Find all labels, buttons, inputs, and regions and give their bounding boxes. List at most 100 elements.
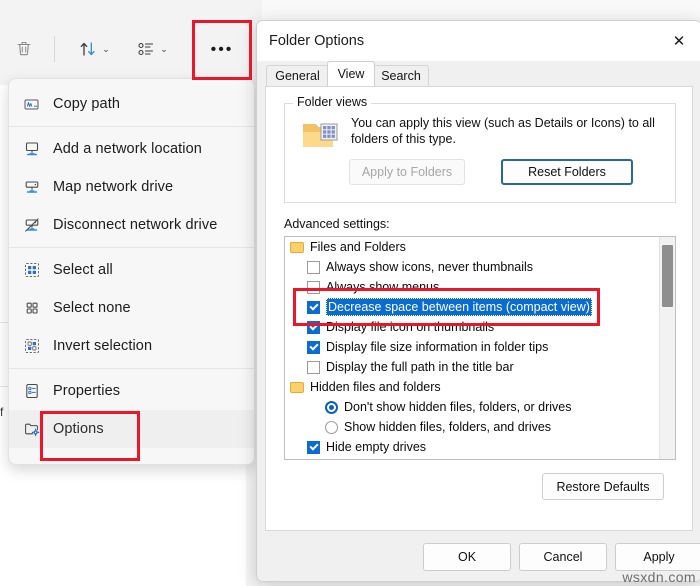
map-network-drive-icon (23, 178, 53, 196)
menu-item-label: Select all (53, 262, 113, 278)
ok-button[interactable]: OK (423, 543, 511, 571)
close-icon[interactable]: ✕ (657, 21, 700, 61)
view-layout-button[interactable]: ⌄ (128, 33, 176, 65)
advanced-setting-row[interactable]: Always show menus (285, 277, 659, 297)
toolbar-divider (54, 36, 55, 62)
disconnect-network-drive-icon (23, 216, 53, 234)
advanced-setting-label: Decrease space between items (compact vi… (326, 298, 592, 316)
advanced-setting-row[interactable]: Display the full path in the title bar (285, 357, 659, 377)
advanced-setting-label: Display file icon on thumbnails (326, 320, 495, 334)
scrollbar-thumb[interactable] (662, 245, 673, 307)
dialog-tab-strip: General View Search (257, 61, 700, 86)
advanced-setting-row[interactable]: Decrease space between items (compact vi… (285, 297, 659, 317)
watermark: wsxdn.com (622, 569, 696, 585)
menu-separator (9, 247, 254, 248)
options-icon (23, 420, 53, 438)
advanced-setting-row[interactable]: Always show icons, never thumbnails (285, 257, 659, 277)
dialog-title-bar: Folder Options ✕ (257, 21, 700, 61)
menu-item-properties[interactable]: Properties (9, 372, 254, 410)
menu-item-label: Select none (53, 300, 131, 316)
checkbox[interactable] (307, 360, 320, 374)
advanced-setting-row[interactable]: Hide extensions for known file types (285, 457, 659, 460)
checkbox[interactable] (307, 340, 320, 354)
advanced-setting-row[interactable]: Hide empty drives (285, 437, 659, 457)
advanced-setting-row[interactable]: Hidden files and folders (285, 377, 659, 397)
advanced-settings-list[interactable]: Files and Folders Always show icons, neve… (284, 236, 676, 460)
menu-item-invert-selection[interactable]: Invert selection (9, 327, 254, 365)
menu-separator (9, 126, 254, 127)
advanced-setting-label: Hide empty drives (326, 440, 427, 454)
tab-view[interactable]: View (327, 61, 375, 86)
apply-button[interactable]: Apply (615, 543, 700, 571)
advanced-setting-row[interactable]: Don't show hidden files, folders, or dri… (285, 397, 659, 417)
checkbox[interactable] (307, 320, 320, 334)
menu-item-select-none[interactable]: Select none (9, 289, 254, 327)
cancel-button[interactable]: Cancel (519, 543, 607, 571)
select-all-icon (23, 261, 53, 279)
advanced-setting-row[interactable]: Display file size information in folder … (285, 337, 659, 357)
select-none-icon (23, 299, 53, 317)
view-chevron-down-icon: ⌄ (160, 43, 168, 54)
delete-button[interactable] (8, 33, 40, 65)
see-more-button[interactable]: ••• (196, 24, 248, 76)
folder-group-icon (290, 241, 304, 253)
menu-item-label: Invert selection (53, 338, 153, 354)
trash-icon (17, 41, 31, 56)
restore-defaults-button[interactable]: Restore Defaults (542, 473, 664, 500)
apply-to-folders-button[interactable]: Apply to Folders (349, 159, 465, 185)
screenshot-root: D P f ⌄ ⌄ ••• (0, 0, 700, 586)
advanced-setting-label: Display file size information in folder … (326, 340, 549, 354)
advanced-setting-label: Hide extensions for known file types (326, 459, 525, 460)
advanced-setting-row[interactable]: Files and Folders (285, 237, 659, 257)
folder-views-group: Folder views You can apply this view (su… (284, 95, 676, 203)
menu-item-disconnect-network-drive[interactable]: Disconnect network drive (9, 206, 254, 244)
menu-item-label: Disconnect network drive (53, 217, 218, 233)
radio-button[interactable] (325, 420, 338, 434)
dialog-title: Folder Options (269, 33, 365, 49)
advanced-setting-label: Show hidden files, folders, and drives (344, 420, 552, 434)
tab-search[interactable]: Search (373, 65, 429, 86)
advanced-setting-row[interactable]: Show hidden files, folders, and drives (285, 417, 659, 437)
ellipsis-icon: ••• (210, 41, 234, 58)
properties-icon (23, 382, 53, 400)
advanced-settings-label: Advanced settings: (284, 217, 390, 231)
see-more-context-menu: Copy path Add a network location Map net… (8, 78, 255, 465)
folder-group-icon (290, 381, 304, 393)
folder-views-legend: Folder views (293, 95, 372, 109)
view-layout-icon (138, 42, 154, 56)
sort-chevron-down-icon: ⌄ (102, 43, 110, 54)
menu-item-add-network-location[interactable]: Add a network location (9, 130, 254, 168)
checkbox[interactable] (307, 440, 320, 454)
menu-item-label: Add a network location (53, 141, 202, 157)
menu-item-map-network-drive[interactable]: Map network drive (9, 168, 254, 206)
checkbox[interactable] (307, 280, 320, 294)
advanced-setting-label: Always show icons, never thumbnails (326, 260, 534, 274)
checkbox[interactable] (307, 260, 320, 274)
invert-selection-icon (23, 337, 53, 355)
advanced-setting-label: Hidden files and folders (310, 380, 441, 394)
tab-general[interactable]: General (266, 65, 329, 86)
menu-item-label: Map network drive (53, 179, 174, 195)
folder-view-icon (303, 123, 338, 147)
advanced-setting-label: Don't show hidden files, folders, or dri… (344, 400, 572, 414)
menu-item-options[interactable]: Options (9, 410, 254, 448)
folder-options-dialog: Folder Options ✕ General View Search Fol… (256, 20, 700, 582)
folder-views-description: You can apply this view (such as Details… (351, 116, 655, 146)
sort-arrows-icon (80, 42, 95, 56)
menu-item-copy-path[interactable]: Copy path (9, 85, 254, 123)
radio-button[interactable] (325, 400, 338, 414)
advanced-setting-label: Files and Folders (310, 240, 406, 254)
reset-folders-button[interactable]: Reset Folders (501, 159, 633, 185)
advanced-settings-rows: Files and Folders Always show icons, neve… (285, 237, 659, 460)
menu-item-label: Options (53, 421, 104, 437)
menu-item-select-all[interactable]: Select all (9, 251, 254, 289)
sort-button[interactable]: ⌄ (70, 33, 118, 65)
advanced-settings-scrollbar[interactable] (659, 237, 675, 459)
menu-item-label: Properties (53, 383, 121, 399)
checkbox[interactable] (307, 300, 320, 314)
advanced-setting-label: Always show menus (326, 280, 440, 294)
menu-item-label: Copy path (53, 96, 120, 112)
add-network-location-icon (23, 140, 53, 158)
advanced-setting-row[interactable]: Display file icon on thumbnails (285, 317, 659, 337)
view-tab-panel: Folder views You can apply this view (su… (265, 86, 693, 531)
